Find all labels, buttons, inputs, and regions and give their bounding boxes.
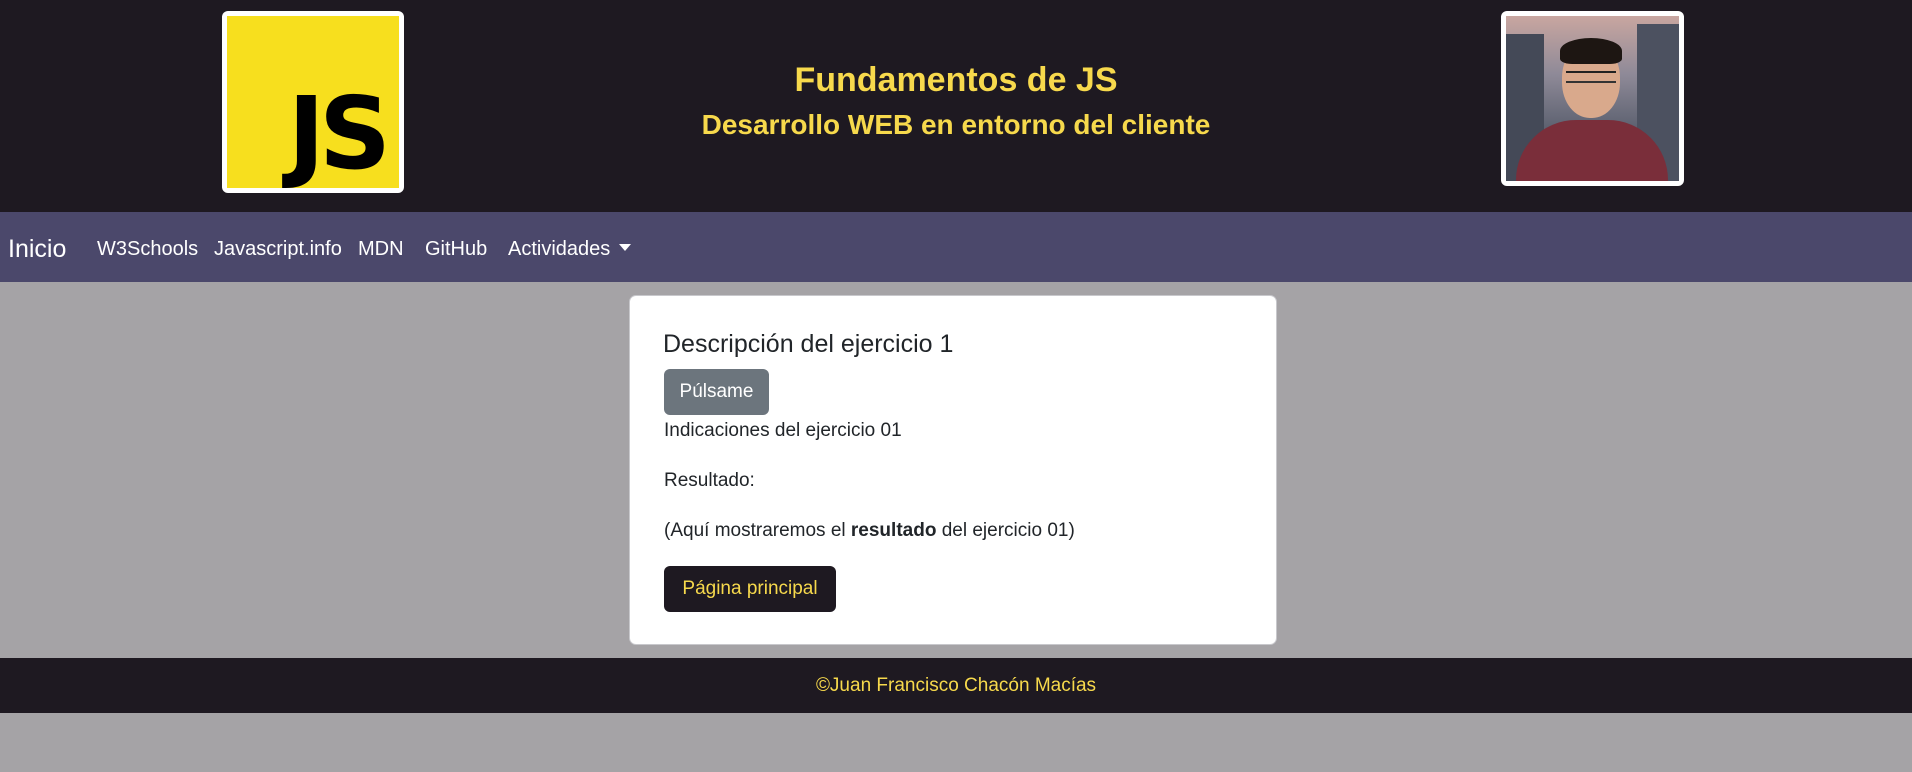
page-footer: ©Juan Francisco Chacón Macías — [0, 658, 1912, 713]
exercise-instructions: Indicaciones del ejercicio 01 — [664, 420, 902, 441]
nav-dropdown-actividades[interactable]: Actividades — [508, 236, 632, 262]
nav-brand-inicio[interactable]: Inicio — [8, 234, 66, 264]
author-photo — [1501, 11, 1684, 186]
page-header: JS Fundamentos de JS Desarrollo WEB en e… — [0, 0, 1912, 212]
nav-link-github[interactable]: GitHub — [425, 236, 487, 262]
result-suffix: del ejercicio 01) — [936, 520, 1075, 541]
main-navbar: Inicio W3Schools Javascript.info MDN Git… — [0, 212, 1912, 282]
result-prefix: (Aquí mostraremos el — [664, 520, 851, 541]
exercise-title: Descripción del ejercicio 1 — [663, 330, 954, 358]
photo-hair — [1560, 38, 1622, 64]
result-label: Resultado: — [664, 470, 755, 491]
result-bold: resultado — [850, 520, 937, 541]
result-output: (Aquí mostraremos el resultado del ejerc… — [664, 519, 1075, 543]
photo-glasses — [1566, 71, 1616, 83]
author-photo-image — [1506, 16, 1679, 181]
caret-down-icon — [619, 244, 632, 251]
main-page-button[interactable]: Página principal — [664, 566, 836, 612]
press-button[interactable]: Púlsame — [664, 369, 769, 415]
nav-dropdown-label: Actividades — [508, 238, 611, 260]
nav-link-w3schools[interactable]: W3Schools — [97, 236, 198, 262]
exercise-card: Descripción del ejercicio 1 Púlsame Indi… — [629, 295, 1277, 645]
nav-link-javascript-info[interactable]: Javascript.info — [214, 236, 342, 262]
footer-copyright: ©Juan Francisco Chacón Macías — [815, 675, 1097, 696]
nav-link-mdn[interactable]: MDN — [358, 236, 404, 262]
